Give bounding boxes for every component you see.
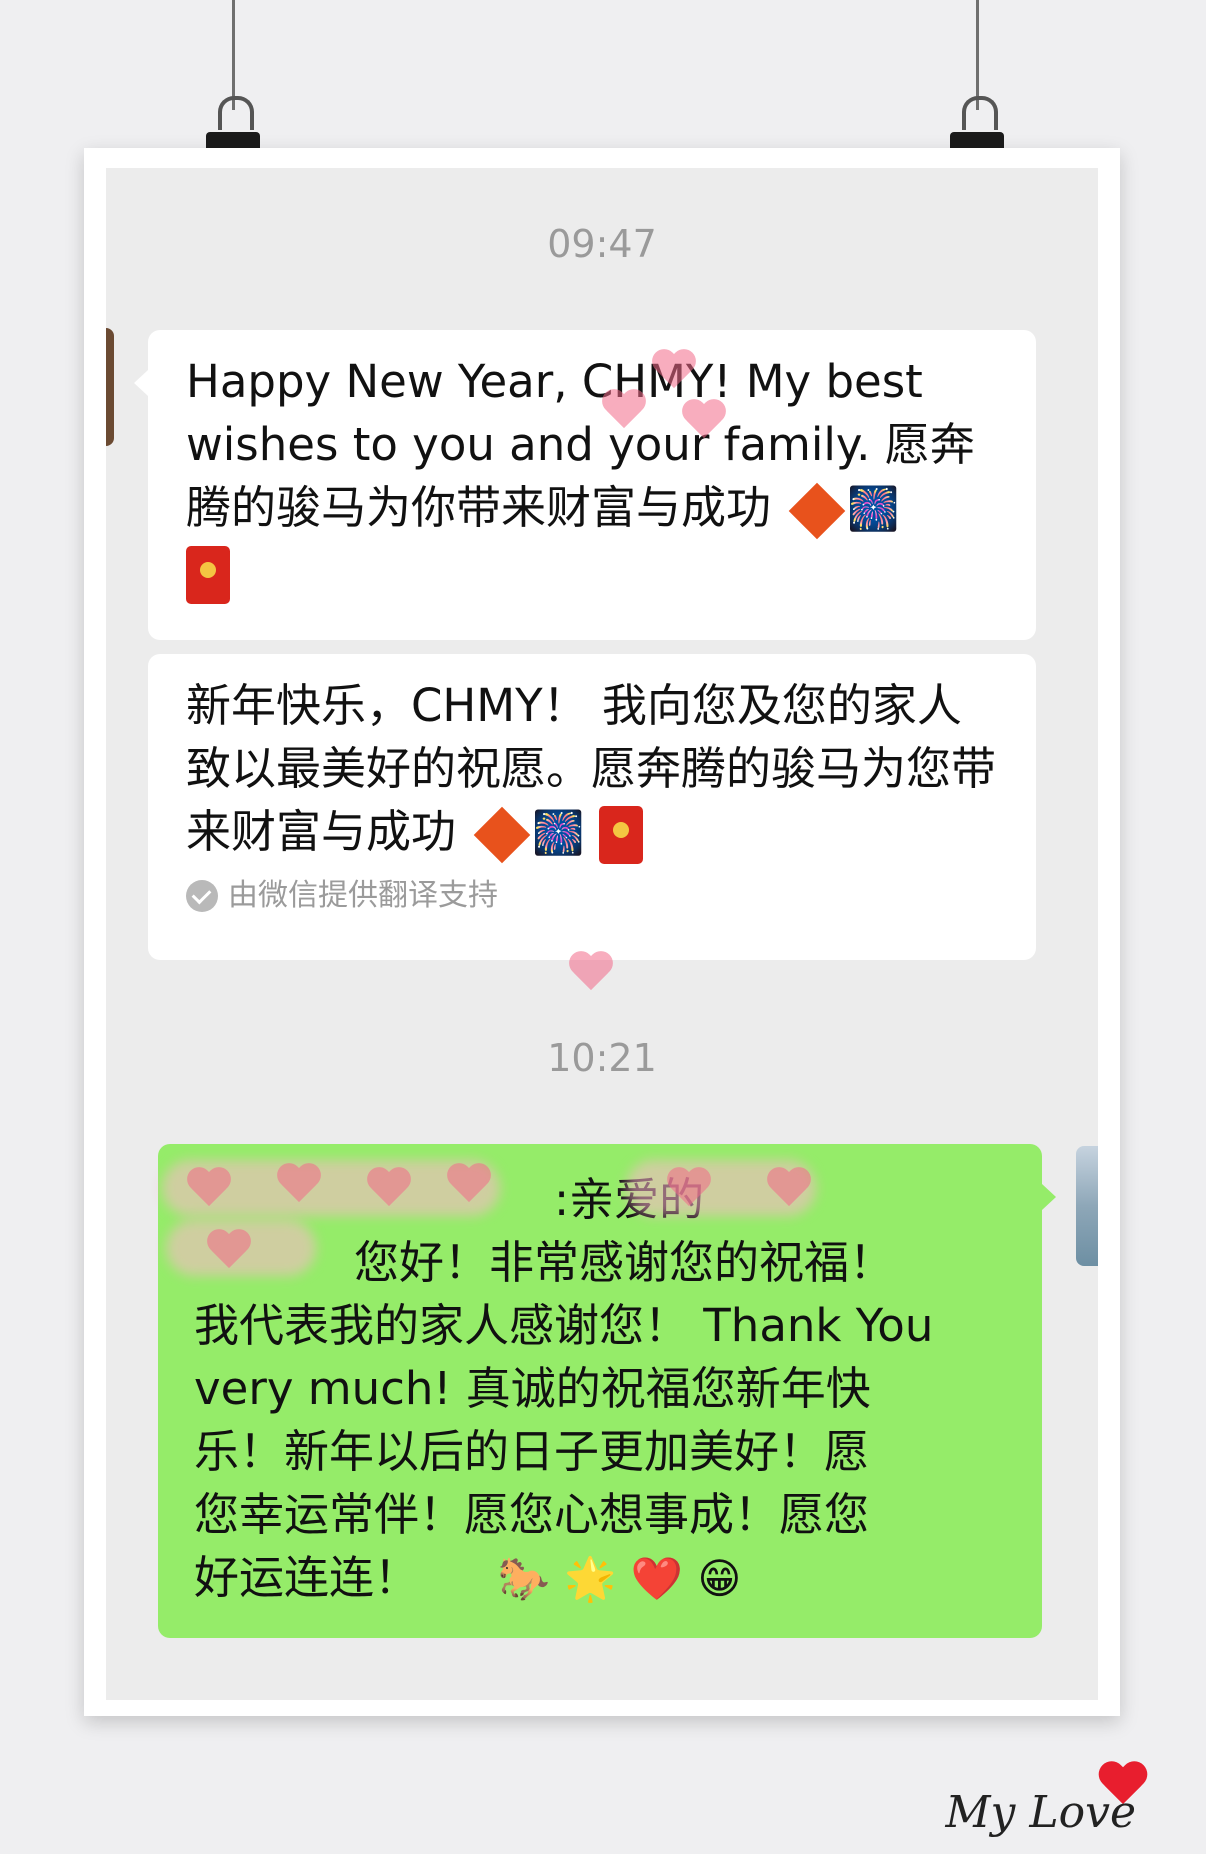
fireworks-icon: 🎆 <box>532 808 585 857</box>
red-packet-icon <box>186 546 230 604</box>
red-packet-icon <box>598 806 643 864</box>
translation-note-label: 由微信提供翻译支持 <box>228 878 498 913</box>
fu-diamond-icon <box>474 806 531 864</box>
signature: My Love <box>945 1787 1136 1838</box>
heart-sticker-icon <box>366 1168 412 1210</box>
sent-line: 您幸运常伴！愿您心想事成！愿您 <box>194 1488 870 1541</box>
heart-sticker-icon <box>276 1164 322 1206</box>
hanging-wire-right <box>976 0 979 110</box>
photo-frame: 09:47 Happy New Year, CHMY! My best wish… <box>84 148 1120 1716</box>
heart-sticker-icon <box>666 1168 712 1210</box>
translated-text: 新年快乐，CHMY！ 我向您及您的家人致以最美好的祝愿。愿奔腾的骏马为您带来财富… <box>186 679 997 858</box>
sent-line-last: 好运连连！ <box>194 1551 420 1604</box>
timestamp: 09:47 <box>547 222 657 266</box>
heart-sticker-icon <box>568 952 614 994</box>
check-circle-icon <box>186 880 218 912</box>
message-bubble-sent[interactable]: :亲爱的 您好！非常感谢您的祝福！ 我代表我的家人感谢您！ Thank You … <box>158 1144 1056 1638</box>
heart-sticker-icon <box>186 1168 232 1210</box>
my-avatar[interactable] <box>1076 1146 1098 1266</box>
star-icon: 🌟 <box>564 1554 617 1603</box>
grin-icon: 😁 <box>697 1554 742 1603</box>
sent-line: very much! 真诚的祝福您新年快 <box>194 1362 871 1415</box>
heart-sticker-icon <box>766 1168 812 1210</box>
chat-screen: 09:47 Happy New Year, CHMY! My best wish… <box>106 168 1098 1700</box>
fireworks-icon: 🎆 <box>847 484 900 533</box>
heart-sticker-icon <box>651 350 697 392</box>
sent-line: 您好！非常感谢您的祝福！ <box>354 1236 895 1289</box>
horse-icon: 🐎 <box>497 1554 550 1603</box>
message-bubble-translation[interactable]: 新年快乐，CHMY！ 我向您及您的家人致以最美好的祝愿。愿奔腾的骏马为您带来财富… <box>148 654 1036 960</box>
heart-sticker-icon <box>446 1164 492 1206</box>
sent-line: 好运连连！ 🐎 🌟 ❤️ 😁 <box>194 1546 1006 1610</box>
fu-diamond-icon <box>789 482 846 540</box>
heart-sticker-icon <box>206 1230 252 1272</box>
sent-line: 我代表我的家人感谢您！ Thank You <box>194 1299 934 1352</box>
sent-line: 乐！新年以后的日子更加美好！愿 <box>194 1425 870 1478</box>
hanging-wire-left <box>232 0 235 110</box>
heart-sticker-icon <box>601 390 647 432</box>
heart-sticker-icon <box>681 400 727 442</box>
contact-avatar[interactable] <box>106 328 114 446</box>
translation-note: 由微信提供翻译支持 <box>186 876 998 916</box>
heart-icon: ❤️ <box>630 1554 684 1603</box>
message-bubble-received[interactable]: Happy New Year, CHMY! My best wishes to … <box>134 330 1036 640</box>
timestamp: 10:21 <box>547 1036 657 1080</box>
